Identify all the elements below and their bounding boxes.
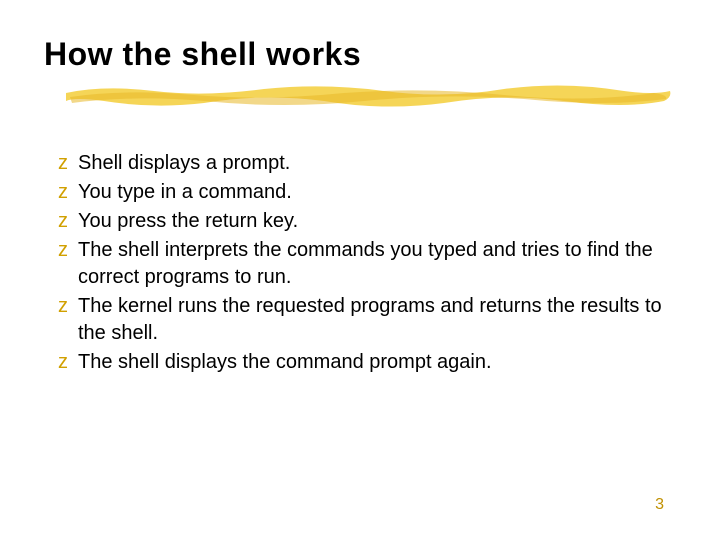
list-item: z The shell interprets the commands you … <box>58 237 676 291</box>
bullet-list: z Shell displays a prompt. z You type in… <box>58 150 676 376</box>
title-underline-decoration <box>64 79 674 117</box>
bullet-text: You press the return key. <box>78 208 298 235</box>
list-item: z Shell displays a prompt. <box>58 150 676 177</box>
bullet-text: You type in a command. <box>78 179 292 206</box>
bullet-icon: z <box>58 150 68 177</box>
page-number: 3 <box>655 496 664 514</box>
bullet-icon: z <box>58 349 68 376</box>
bullet-icon: z <box>58 208 68 235</box>
list-item: z You press the return key. <box>58 208 676 235</box>
bullet-text: The shell interprets the commands you ty… <box>78 237 676 291</box>
bullet-icon: z <box>58 179 68 206</box>
bullet-icon: z <box>58 293 68 320</box>
bullet-icon: z <box>58 237 68 264</box>
bullet-text: The kernel runs the requested programs a… <box>78 293 676 347</box>
bullet-text: The shell displays the command prompt ag… <box>78 349 492 376</box>
slide-title: How the shell works <box>44 36 676 73</box>
slide: How the shell works z Shell displays a p… <box>0 0 720 540</box>
list-item: z The shell displays the command prompt … <box>58 349 676 376</box>
bullet-text: Shell displays a prompt. <box>78 150 290 177</box>
list-item: z You type in a command. <box>58 179 676 206</box>
list-item: z The kernel runs the requested programs… <box>58 293 676 347</box>
